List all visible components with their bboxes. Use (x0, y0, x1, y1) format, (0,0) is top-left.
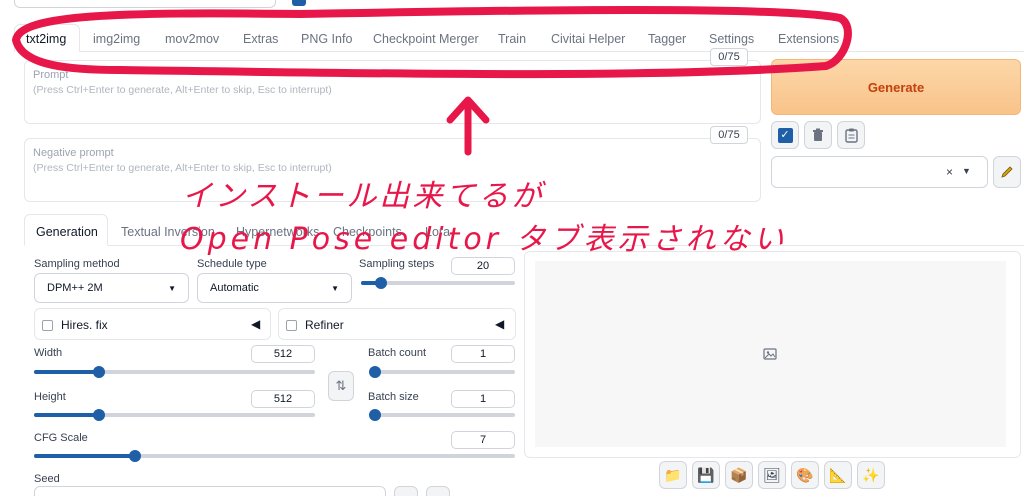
annotation-text-line2: Open Pose editor タブ表示されない (180, 222, 788, 257)
annotation-loop (11, 6, 852, 79)
annotation-text-line1: インストール出来てるが (182, 179, 545, 214)
annotation-arrow (446, 96, 490, 156)
